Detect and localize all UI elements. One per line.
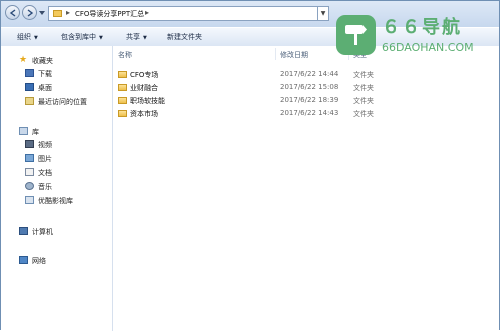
nav-item-label: 视频 (38, 141, 52, 149)
organize-label: 组织 (17, 33, 31, 41)
pictures-icon (25, 154, 34, 162)
watermark-title: ６６导航 (382, 17, 462, 38)
nav-item-label: 库 (32, 128, 39, 136)
address-history-dropdown[interactable]: ▼ (317, 6, 329, 21)
file-name: 资本市场 (130, 110, 158, 118)
include-in-library-label: 包含到库中 (61, 33, 96, 41)
file-list: 名称 修改日期 类型 CFO专场 2017/6/22 14:44 文件夹 业财融… (113, 46, 499, 331)
music-icon (25, 182, 34, 190)
media-library-icon (25, 196, 34, 204)
arrow-left-icon (9, 9, 16, 17)
nav-item-label: 文档 (38, 169, 52, 177)
signpost-icon (345, 25, 367, 45)
nav-item-label: 桌面 (38, 84, 52, 92)
navigation-pane: ★ 收藏夹 下载 桌面 最近访问的位置 库 视频 图片 文档 音乐 优酷影视库 … (1, 46, 113, 331)
document-icon (25, 168, 34, 176)
chevron-down-icon: ▼ (99, 35, 103, 41)
column-header-date[interactable]: 修改日期 (280, 50, 308, 60)
file-type: 文件夹 (353, 110, 374, 118)
computer-icon (19, 227, 28, 235)
file-name: CFO专场 (130, 71, 159, 79)
file-date: 2017/6/22 18:39 (280, 96, 339, 104)
nav-item-label: 最近访问的位置 (38, 98, 87, 106)
folder-icon (118, 110, 127, 117)
nav-item-label: 计算机 (32, 228, 53, 236)
breadcrumb-current-folder[interactable]: CFO导读分享PPT汇总 (75, 9, 144, 19)
share-label: 共享 (126, 33, 140, 41)
file-type: 文件夹 (353, 97, 374, 105)
nav-item-label: 网络 (32, 257, 46, 265)
folder-icon (118, 71, 127, 78)
star-icon: ★ (19, 55, 28, 65)
folder-icon (53, 10, 62, 17)
column-header-name[interactable]: 名称 (118, 50, 132, 60)
breadcrumb-separator[interactable]: ▸ (66, 8, 70, 17)
chevron-down-icon: ▼ (143, 35, 147, 41)
chevron-down-icon: ▼ (34, 35, 38, 41)
organize-button[interactable]: 组织 ▼ (17, 32, 38, 42)
nav-item-label: 音乐 (38, 183, 52, 191)
file-date: 2017/6/22 14:43 (280, 109, 339, 117)
watermark-url: 66DAOHAN.COM (382, 41, 474, 54)
desktop-icon (25, 83, 34, 91)
watermark-logo (336, 15, 376, 55)
file-name: 业财融合 (130, 84, 158, 92)
file-date: 2017/6/22 15:08 (280, 83, 339, 91)
nav-item-label: 优酷影视库 (38, 197, 73, 205)
file-row[interactable]: CFO专场 2017/6/22 14:44 文件夹 (113, 69, 499, 80)
site-watermark: ６６导航 66DAOHAN.COM (336, 9, 496, 65)
library-icon (19, 127, 28, 135)
folder-icon (118, 84, 127, 91)
file-date: 2017/6/22 14:44 (280, 70, 339, 78)
file-row[interactable]: 职场软技能 2017/6/22 18:39 文件夹 (113, 95, 499, 106)
folder-icon (118, 97, 127, 104)
file-type: 文件夹 (353, 71, 374, 79)
breadcrumb-separator[interactable]: ▸ (145, 8, 149, 17)
include-in-library-button[interactable]: 包含到库中 ▼ (61, 32, 103, 42)
new-folder-button[interactable]: 新建文件夹 (167, 32, 202, 42)
video-icon (25, 140, 34, 148)
forward-button[interactable] (22, 5, 37, 20)
recent-pages-dropdown[interactable] (39, 10, 45, 16)
download-icon (25, 69, 34, 77)
recent-places-icon (25, 97, 34, 105)
nav-item-label: 下载 (38, 70, 52, 78)
nav-item-label: 收藏夹 (32, 57, 53, 65)
nav-item-label: 图片 (38, 155, 52, 163)
file-row[interactable]: 业财融合 2017/6/22 15:08 文件夹 (113, 82, 499, 93)
file-name: 职场软技能 (130, 97, 165, 105)
file-type: 文件夹 (353, 84, 374, 92)
network-icon (19, 256, 28, 264)
explorer-window: ▸ CFO导读分享PPT汇总 ▸ ▼ 组织 ▼ 包含到库中 ▼ 共享 ▼ 新建文件夹 … (0, 0, 500, 331)
share-button[interactable]: 共享 ▼ (126, 32, 147, 42)
back-button[interactable] (5, 5, 20, 20)
file-row[interactable]: 资本市场 2017/6/22 14:43 文件夹 (113, 108, 499, 119)
address-bar[interactable]: ▸ CFO导读分享PPT汇总 ▸ (48, 6, 323, 21)
column-divider[interactable] (275, 48, 276, 60)
arrow-right-icon (27, 9, 34, 17)
